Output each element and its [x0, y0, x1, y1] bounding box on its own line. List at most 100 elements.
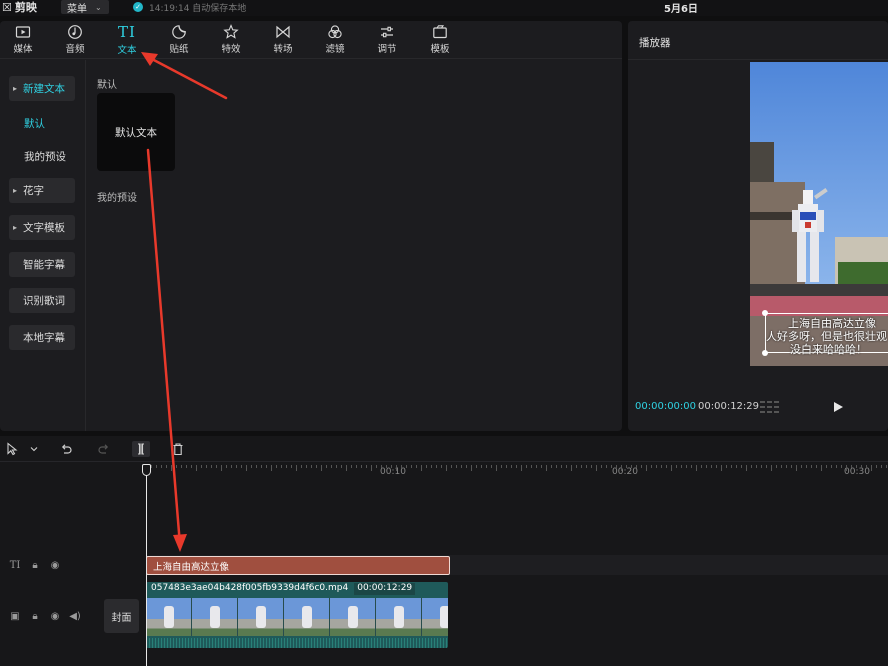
- text-icon: TI: [118, 23, 136, 41]
- tab-adjust[interactable]: 调节: [367, 24, 407, 58]
- subnav-smart-captions[interactable]: 智能字幕: [9, 252, 75, 277]
- trash-icon: [173, 443, 183, 456]
- ruler-tick: [791, 465, 792, 468]
- default-text-card[interactable]: 默认文本: [97, 93, 175, 171]
- tab-audio-label: 音频: [65, 44, 85, 55]
- ruler-tick: [566, 465, 567, 468]
- ruler-tick: [496, 465, 497, 471]
- ruler-tick: [656, 465, 657, 468]
- tab-text[interactable]: TI 文本: [107, 24, 147, 58]
- ruler-tick: [351, 465, 352, 468]
- resize-handle[interactable]: [762, 310, 768, 316]
- ruler-tick: [696, 465, 697, 471]
- subnav-new-text[interactable]: 新建文本: [9, 76, 75, 101]
- play-icon[interactable]: [831, 399, 845, 415]
- resize-handle[interactable]: [762, 350, 768, 356]
- ruler-tick: [746, 465, 747, 471]
- tab-sticker[interactable]: 贴纸: [159, 24, 199, 58]
- save-status-text: 14:19:14 自动保存本地: [149, 3, 247, 14]
- ruler-tick: [306, 465, 307, 468]
- tab-media[interactable]: 媒体: [3, 24, 43, 58]
- subnav-lyrics[interactable]: 识别歌词: [9, 288, 75, 313]
- playhead-handle[interactable]: [142, 464, 151, 476]
- ruler-tick: [821, 465, 822, 471]
- subnav-fancy-text[interactable]: 花字: [9, 178, 75, 203]
- app-logo: ☒ 剪映: [2, 0, 37, 15]
- ruler-tick: [521, 465, 522, 471]
- ruler-tick: [366, 465, 367, 468]
- tab-transition[interactable]: 转场: [263, 24, 303, 58]
- ruler-tick: [401, 465, 402, 468]
- cover-button[interactable]: 封面: [104, 599, 139, 633]
- video-clip[interactable]: 057483e3ae04b428f005fb9339d4f6c0.mp4 00:…: [146, 582, 448, 648]
- video-thumbnail: [238, 598, 284, 636]
- tab-template[interactable]: 模板: [420, 24, 460, 58]
- ruler-tick: [196, 465, 197, 471]
- playhead[interactable]: [146, 464, 147, 666]
- eye-icon[interactable]: ◉: [48, 558, 62, 572]
- ruler-tick: [186, 465, 187, 468]
- ruler-tick: [486, 465, 487, 468]
- player-panel: 播放器 上海自由高达立像 人好多呀，但是也很壮观 没白来哈哈哈！ 00:00:0…: [628, 21, 888, 431]
- tab-effects[interactable]: 特效: [211, 24, 251, 58]
- ruler-tick: [171, 465, 172, 471]
- video-clip-duration: 00:00:12:29: [354, 583, 416, 595]
- timeline-ruler[interactable]: 00:10 00:20 00:30: [146, 462, 888, 482]
- ruler-tick: [641, 465, 642, 468]
- ruler-tick: [781, 465, 782, 468]
- subnav-default[interactable]: 默认: [24, 116, 45, 131]
- ruler-tick: [736, 465, 737, 468]
- chevron-down-icon: ⌄: [95, 2, 102, 12]
- ruler-tick: [176, 465, 177, 468]
- cursor-icon: [7, 442, 18, 456]
- lock-icon[interactable]: 🔒︎: [28, 609, 42, 623]
- ruler-tick: [776, 465, 777, 468]
- ruler-tick: [191, 465, 192, 468]
- ruler-tick: [381, 465, 382, 468]
- tab-transition-label: 转场: [273, 44, 293, 55]
- ruler-tick: [526, 465, 527, 468]
- menu-button[interactable]: 菜单 ⌄: [61, 0, 109, 15]
- ruler-tick: [871, 465, 872, 471]
- volume-icon[interactable]: ◀): [68, 609, 82, 623]
- ruler-tick: [291, 465, 292, 468]
- text-clip[interactable]: 上海自由高达立像: [146, 556, 450, 575]
- ruler-tick: [816, 465, 817, 468]
- ruler-tick: [226, 465, 227, 468]
- resource-panel: 媒体 音频 TI 文本 贴纸 特效 转场 滤镜 调节 模板 ▸ 新建文本 默认 …: [0, 21, 622, 431]
- ruler-tick: [441, 465, 442, 468]
- ruler-tick: [806, 465, 807, 468]
- eye-icon[interactable]: ◉: [48, 609, 62, 623]
- ruler-tick: [356, 465, 357, 468]
- lock-icon[interactable]: 🔒︎: [28, 558, 42, 572]
- timecode-grid-icon[interactable]: [760, 400, 780, 414]
- tab-audio[interactable]: 音频: [55, 24, 95, 58]
- video-track-icon: ▣: [10, 610, 20, 622]
- subnav-local-captions[interactable]: 本地字幕: [9, 325, 75, 350]
- menu-label: 菜单: [67, 3, 87, 15]
- ruler-tick: [266, 465, 267, 468]
- ruler-tick: [886, 465, 887, 468]
- ruler-tick: [151, 465, 152, 468]
- tab-filter[interactable]: 滤镜: [315, 24, 355, 58]
- subnav-my-presets[interactable]: 我的预设: [24, 149, 66, 164]
- ruler-tick: [856, 465, 857, 468]
- ruler-tick: [206, 465, 207, 468]
- subnav-text-templates[interactable]: 文字模板: [9, 215, 75, 240]
- select-mode-dropdown[interactable]: [26, 441, 42, 457]
- split-button[interactable]: [132, 441, 150, 457]
- redo-button[interactable]: [96, 441, 112, 457]
- ruler-tick: [161, 465, 162, 468]
- select-tool-button[interactable]: [4, 441, 20, 457]
- video-preview[interactable]: 上海自由高达立像 人好多呀，但是也很壮观 没白来哈哈哈！: [750, 62, 888, 366]
- ruler-tick: [541, 465, 542, 468]
- undo-button[interactable]: [58, 441, 74, 457]
- ruler-tick: [316, 465, 317, 468]
- app-name: 剪映: [14, 1, 37, 14]
- video-thumbnails: [146, 598, 448, 636]
- delete-button[interactable]: [170, 441, 186, 457]
- redo-icon: [98, 444, 109, 454]
- ruler-tick: [826, 465, 827, 468]
- ruler-tick: [561, 465, 562, 468]
- player-title: 播放器: [639, 37, 671, 49]
